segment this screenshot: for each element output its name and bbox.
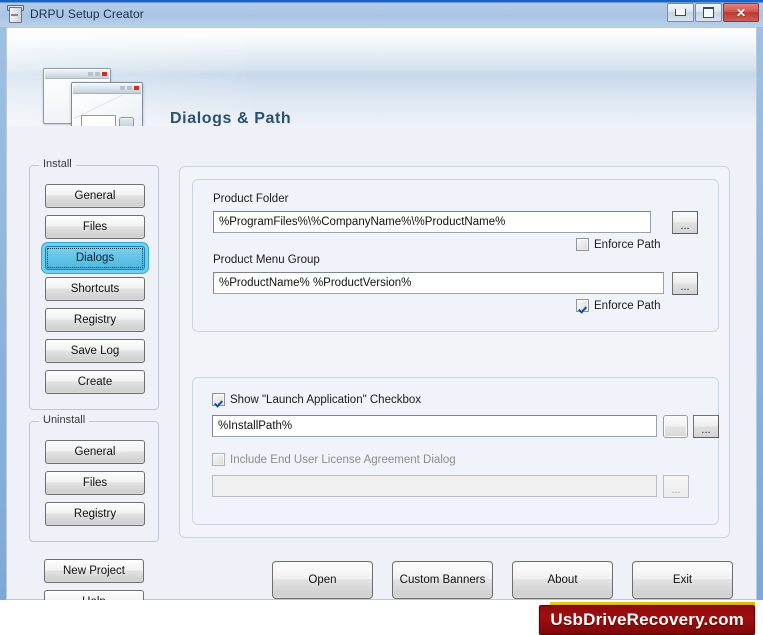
sidebar-item-uninstall-registry[interactable]: Registry — [45, 502, 145, 526]
product-menu-group-input[interactable] — [213, 272, 664, 294]
page-header: Dialogs & Path — [7, 28, 756, 126]
exit-button[interactable]: Exit — [632, 561, 733, 599]
checkbox-label: Enforce Path — [594, 238, 661, 251]
checkbox-label: Enforce Path — [594, 299, 661, 312]
product-folder-browse-button[interactable]: ... — [672, 211, 698, 234]
sidebar-item-install-shortcuts[interactable]: Shortcuts — [45, 277, 145, 301]
minimize-icon — [675, 9, 686, 16]
launch-application-path-input[interactable] — [212, 415, 657, 437]
brand-label: UsbDriveRecovery.com — [550, 609, 744, 629]
product-folder-input[interactable] — [213, 211, 651, 233]
checkbox-box — [212, 393, 225, 406]
product-menu-group-browse-button[interactable]: ... — [672, 272, 698, 295]
checkbox-box — [576, 299, 589, 312]
sidebar-item-install-dialogs[interactable]: Dialogs — [45, 246, 145, 270]
app-window: DRPU Setup Creator ✕ Dialogs & Path Inst… — [0, 0, 763, 635]
custom-banners-button[interactable]: Custom Banners — [392, 561, 493, 599]
maximize-icon — [703, 7, 714, 18]
client-area: Dialogs & Path Install General Files Dia… — [6, 27, 757, 614]
eula-file-input[interactable] — [212, 475, 657, 497]
close-icon: ✕ — [735, 5, 747, 20]
checkbox-box — [576, 238, 589, 251]
minimize-button[interactable] — [667, 3, 694, 22]
window-controls: ✕ — [666, 3, 759, 22]
about-button[interactable]: About — [512, 561, 613, 599]
install-group: Install General Files Dialogs Shortcuts … — [29, 158, 159, 410]
checkbox-box — [212, 453, 225, 466]
sidebar-item-uninstall-files[interactable]: Files — [45, 471, 145, 495]
brand-banner[interactable]: UsbDriveRecovery.com — [539, 605, 755, 635]
sidebar-item-install-save-log[interactable]: Save Log — [45, 339, 145, 363]
product-menu-group-enforce-path-checkbox[interactable]: Enforce Path — [576, 299, 660, 312]
product-folder-enforce-path-checkbox[interactable]: Enforce Path — [576, 238, 660, 251]
launch-application-extra-button[interactable] — [663, 415, 688, 438]
checkbox-label: Include End User License Agreement Dialo… — [230, 453, 456, 466]
sidebar-item-install-general[interactable]: General — [45, 184, 145, 208]
title-bar: DRPU Setup Creator ✕ — [0, 0, 763, 27]
include-eula-checkbox[interactable]: Include End User License Agreement Dialo… — [212, 453, 456, 466]
product-folder-label: Product Folder — [213, 193, 289, 205]
install-group-legend: Install — [39, 158, 76, 170]
dialogs-windows-icon — [43, 68, 143, 126]
sidebar-item-uninstall-general[interactable]: General — [45, 440, 145, 464]
paths-panel: Product Folder ... Enforce Path Product … — [192, 179, 719, 332]
sidebar-item-install-create[interactable]: Create — [45, 370, 145, 394]
sidebar-item-install-files[interactable]: Files — [45, 215, 145, 239]
launch-application-browse-button[interactable]: ... — [693, 415, 719, 438]
main-panel: Product Folder ... Enforce Path Product … — [179, 166, 730, 538]
product-menu-group-label: Product Menu Group — [213, 254, 320, 266]
eula-browse-button[interactable]: ... — [663, 475, 689, 498]
options-panel: Show "Launch Application" Checkbox ... I… — [192, 377, 719, 525]
window-title: DRPU Setup Creator — [30, 6, 144, 21]
uninstall-group-legend: Uninstall — [39, 414, 90, 426]
app-icon — [6, 4, 24, 23]
uninstall-group: Uninstall General Files Registry — [29, 414, 159, 542]
checkbox-label: Show "Launch Application" Checkbox — [230, 393, 422, 406]
close-button[interactable]: ✕ — [723, 3, 759, 22]
show-launch-application-checkbox[interactable]: Show "Launch Application" Checkbox — [212, 393, 421, 406]
open-button[interactable]: Open — [272, 561, 373, 599]
new-project-button[interactable]: New Project — [44, 559, 144, 583]
maximize-button[interactable] — [695, 3, 722, 22]
page-title: Dialogs & Path — [170, 110, 292, 126]
footer: UsbDriveRecovery.com — [0, 600, 763, 635]
sidebar-item-install-registry[interactable]: Registry — [45, 308, 145, 332]
